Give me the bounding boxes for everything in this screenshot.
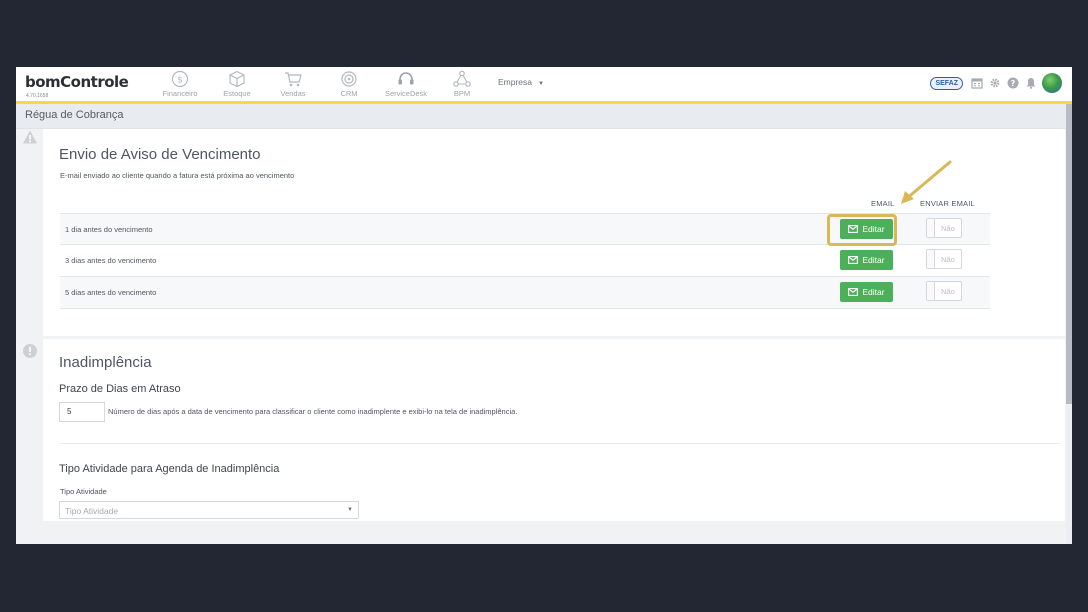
prazo-description: Número de dias após a data de vencimento… (108, 407, 518, 416)
warning-icon (22, 129, 38, 145)
toggle-label: Não (941, 224, 955, 233)
toggle-knob (927, 250, 935, 268)
nav-financeiro[interactable]: $ Financeiro (150, 70, 210, 98)
sefaz-badge[interactable]: SEFAZ (930, 76, 963, 90)
top-navbar: bomControle 4.70.1658 $ Financeiro Estoq… (16, 67, 1072, 104)
page-header: Régua de Cobrança (16, 104, 1072, 129)
button-label: Editar (862, 287, 885, 297)
nav-estoque[interactable]: Estoque (207, 70, 267, 98)
envelope-icon (848, 256, 859, 264)
envelope-icon (848, 288, 859, 296)
toggle-label: Não (941, 255, 955, 264)
prazo-dias-input[interactable]: 5 (59, 402, 105, 422)
nav-crm[interactable]: CRM (319, 70, 379, 98)
bell-icon[interactable] (1024, 77, 1037, 90)
button-label: Editar (862, 255, 885, 265)
column-header-email: EMAIL (871, 199, 895, 208)
logo[interactable]: bomControle 4.70.1658 (25, 73, 129, 99)
help-icon[interactable]: ? (1006, 77, 1019, 90)
send-email-toggle[interactable]: Não (926, 281, 962, 301)
nav-bpm[interactable]: BPM (432, 70, 492, 98)
edit-email-button[interactable]: Editar (840, 250, 893, 270)
toggle-knob (927, 219, 935, 237)
section-title: Inadimplência (59, 354, 152, 371)
prazo-title: Prazo de Dias em Atraso (59, 383, 181, 395)
app-window: bomControle 4.70.1658 $ Financeiro Estoq… (16, 67, 1072, 544)
svg-text:$: $ (177, 76, 183, 86)
company-dropdown[interactable]: Empresa ▼ (498, 77, 544, 87)
alert-circle-icon (22, 343, 38, 359)
nav-label: ServiceDesk (384, 89, 428, 98)
nav-servicedesk[interactable]: ServiceDesk (376, 70, 436, 98)
page-title: Régua de Cobrança (25, 109, 124, 121)
toolbar-right: SEFAZ ? (930, 72, 1062, 94)
send-email-toggle[interactable]: Não (926, 218, 962, 238)
section-divider (60, 443, 1060, 444)
logo-text: bomControle (25, 73, 129, 91)
nav-label: Estoque (223, 89, 251, 98)
caret-down-icon: ▼ (538, 81, 544, 87)
section-description: E-mail enviado ao cliente quando a fatur… (60, 171, 295, 180)
pointer-arrow-icon (901, 160, 952, 204)
inadimplencia-panel: Inadimplência Prazo de Dias em Atraso 5 … (43, 339, 1065, 521)
send-email-toggle[interactable]: Não (926, 249, 962, 269)
scrollbar-thumb[interactable] (1066, 104, 1072, 404)
edit-email-button[interactable]: Editar (840, 282, 893, 302)
calendar-icon[interactable] (970, 77, 983, 90)
tipo-atividade-title: Tipo Atividade para Agenda de Inadimplên… (59, 463, 280, 475)
tipo-atividade-select[interactable]: Tipo Atividade ▼ (59, 501, 359, 519)
select-placeholder: Tipo Atividade (65, 506, 119, 516)
target-icon (341, 71, 357, 87)
scrollbar[interactable] (1066, 104, 1072, 544)
toggle-label: Não (941, 287, 955, 296)
box-icon (229, 70, 245, 88)
svg-text:?: ? (1010, 79, 1015, 88)
row-label: 1 dia antes do vencimento (65, 225, 153, 234)
toggle-knob (927, 282, 935, 300)
workflow-icon (453, 70, 471, 87)
nav-vendas[interactable]: Vendas (263, 70, 323, 98)
cart-icon (285, 72, 302, 87)
row-label: 5 dias antes do vencimento (65, 288, 157, 297)
nav-label: CRM (340, 89, 358, 98)
section-title: Envio de Aviso de Vencimento (59, 146, 261, 163)
avatar[interactable] (1042, 73, 1062, 93)
company-label: Empresa (498, 77, 533, 87)
table-row: 5 dias antes do vencimento Editar Não (60, 276, 990, 309)
nav-label: BPM (453, 89, 471, 98)
nav-label: Financeiro (162, 89, 198, 98)
gear-icon[interactable] (988, 77, 1001, 90)
highlight-frame (827, 214, 897, 246)
caret-down-icon: ▼ (347, 507, 353, 513)
headset-icon (398, 72, 414, 85)
tipo-atividade-label: Tipo Atividade (60, 487, 107, 496)
app-version: 4.70.1658 (26, 93, 49, 99)
row-label: 3 dias antes do vencimento (65, 256, 157, 265)
dollar-circle-icon: $ (171, 70, 189, 88)
table-row: 3 dias antes do vencimento Editar Não (60, 244, 990, 276)
nav-label: Vendas (280, 89, 306, 98)
